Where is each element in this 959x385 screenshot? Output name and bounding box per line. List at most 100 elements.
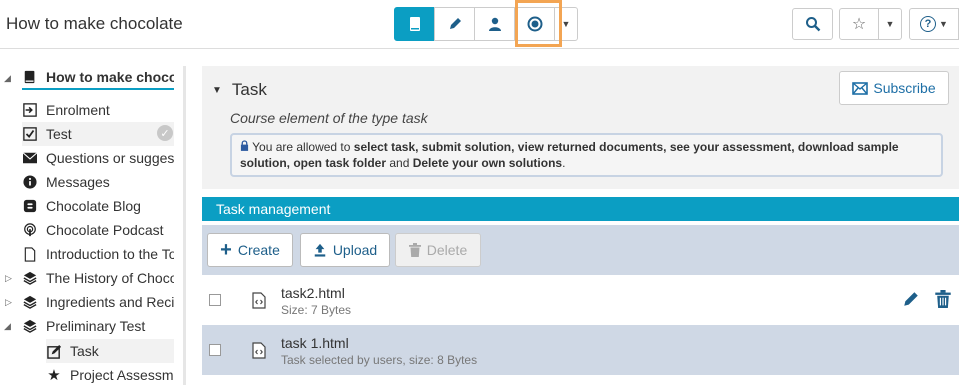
upload-label: Upload [332,242,378,258]
task-description: Course element of the type task [230,110,428,126]
book-icon [409,17,420,31]
lock-icon [240,140,249,154]
sidebar-item-label: Ingredients and Recipes [46,294,174,310]
sidebar-item-label: Task [70,343,99,359]
file-name[interactable]: task2.html [281,285,345,301]
sidebar-item-introduction[interactable]: Introduction to the Topic [22,242,174,266]
pencil-icon[interactable] [902,290,920,308]
task-icon [46,343,62,359]
task-title-text: Task [231,80,267,99]
course-menu: ◢ How to make chocolate Enrolment Test ✓… [0,66,186,385]
main-content: ▼ Task Subscribe Course element of the t… [202,66,959,385]
test-icon [22,126,38,142]
subscribe-label: Subscribe [873,80,936,96]
collapse-triangle-icon[interactable]: ▼ [212,85,222,96]
sidebar-item-label: How to make chocolate [46,69,174,85]
collapse-toggle-icon[interactable]: ◢ [4,321,11,332]
pencil-icon [449,18,461,29]
sidebar-item-label: Enrolment [46,102,110,118]
sidebar-item-label: Introduction to the Topic [46,246,174,262]
table-row[interactable]: task2.html Size: 7 Bytes [202,275,959,325]
sidebar-item-label: Chocolate Blog [46,198,141,214]
file-meta: Size: 7 Bytes [281,303,352,317]
sidebar-item-podcast[interactable]: Chocolate Podcast [22,218,186,242]
star-icon: ★ [47,367,61,384]
search-button[interactable] [792,8,833,40]
envelope-icon [22,150,38,166]
envelope-icon [852,81,869,95]
sidebar-item-project-assessment[interactable]: ★ Project Assessment [46,363,174,385]
sidebar-item-label: Project Assessment [70,367,174,383]
collapse-toggle-icon[interactable]: ◢ [4,73,11,84]
html-file-icon [252,342,266,359]
sidebar-item-ingredients[interactable]: Ingredients and Recipes [22,290,174,314]
help-tools: ? ▼ [909,8,959,40]
bookmark-dropdown-button[interactable]: ▼ [878,8,902,40]
bookmark-tools: ☆ ▼ [839,8,902,40]
sidebar-item-messages[interactable]: Messages [22,170,186,194]
sidebar-item-label: Questions or suggestions [46,150,174,166]
blog-icon [22,198,38,214]
create-button[interactable]: + Create [207,233,293,267]
edit-tool-button[interactable] [434,7,475,41]
book-tool-button[interactable] [394,7,435,41]
info-prefix: You are allowed to [252,140,354,154]
sidebar-item-task[interactable]: Task [46,339,174,363]
info-and: and [386,156,413,170]
sidebar-item-preliminary-test[interactable]: Preliminary Test [22,314,186,338]
sidebar-item-label: Chocolate Podcast [46,222,164,238]
sidebar-item-label: Messages [46,174,110,190]
assessment-highlight-box [515,0,562,47]
layers-icon [22,318,38,334]
plus-icon: + [220,239,232,261]
layers-icon [22,270,38,286]
user-icon [488,17,501,31]
members-tool-button[interactable] [474,7,515,41]
search-icon [805,17,820,32]
subscribe-button[interactable]: Subscribe [839,71,949,105]
top-toolbar: How to make chocolate ▼ ☆ ▼ ? ▼ [0,0,959,49]
sidebar-item-blog[interactable]: Chocolate Blog [22,194,186,218]
task-action-bar: + Create Upload Delete [202,225,959,275]
info-delete-right: Delete your own solutions [412,156,563,170]
create-label: Create [237,242,280,258]
sidebar-item-label: Preliminary Test [46,318,146,334]
sidebar-item-label: Test [46,126,72,142]
sidebar-item-enrolment[interactable]: Enrolment [22,98,186,122]
upload-button[interactable]: Upload [300,233,390,267]
sidebar-item-history[interactable]: The History of Chocolate [22,266,174,290]
expand-toggle-icon[interactable]: ▷ [5,297,12,308]
sidebar-item-course-root[interactable]: How to make chocolate [22,66,174,90]
course-title: How to make chocolate [6,14,183,33]
sidebar-scrollbar[interactable] [183,66,186,385]
task-title[interactable]: ▼ Task [212,80,267,100]
info-suffix: . [562,156,566,170]
sidebar-item-label: The History of Chocolate [46,270,174,286]
expand-toggle-icon[interactable]: ▷ [5,273,12,284]
help-button[interactable]: ? ▼ [909,8,959,40]
star-icon: ☆ [851,16,867,33]
bookmark-button[interactable]: ☆ [839,8,879,40]
delete-label: Delete [426,242,468,258]
book-icon [22,69,38,85]
sidebar-item-questions[interactable]: Questions or suggestions [22,146,174,170]
trash-icon [408,243,421,257]
html-file-icon [252,292,266,309]
search-tools [792,8,833,40]
task-management-header: Task management [202,197,959,221]
caret-down-icon: ▼ [561,19,571,29]
file-meta: Task selected by users, size: 8 Bytes [281,353,478,367]
podcast-icon [22,222,38,238]
passed-check-icon: ✓ [157,125,173,141]
trash-icon[interactable] [935,290,951,308]
sidebar-item-test[interactable]: Test [22,122,174,146]
row-checkbox[interactable] [209,344,221,356]
upload-icon [314,243,326,257]
page-icon [22,246,38,262]
task-header-panel: ▼ Task Subscribe Course element of the t… [202,66,959,189]
layers-icon [22,294,38,310]
file-name[interactable]: task 1.html [281,335,349,351]
delete-button[interactable]: Delete [395,233,481,267]
table-row[interactable]: task 1.html Task selected by users, size… [202,325,959,375]
row-checkbox[interactable] [209,294,221,306]
